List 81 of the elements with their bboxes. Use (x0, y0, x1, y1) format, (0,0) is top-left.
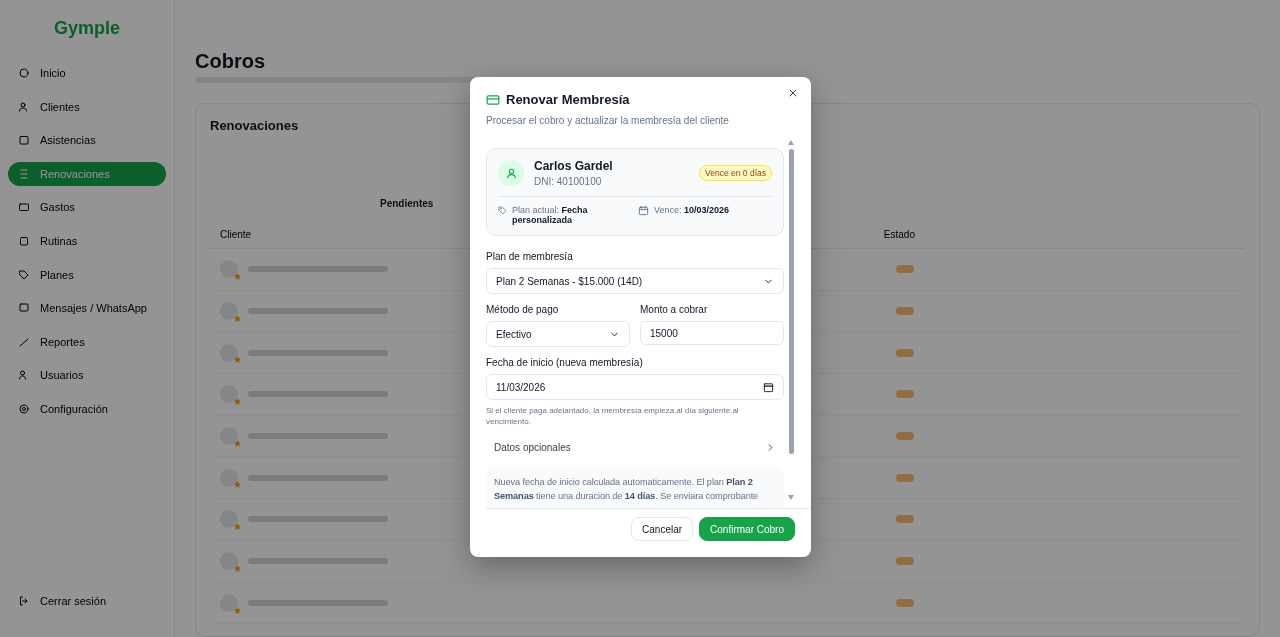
tag-icon (498, 205, 508, 216)
current-plan: Plan actual: Fecha personalizada (512, 205, 589, 225)
star-icon (234, 273, 241, 280)
expiry-badge: Vence en 0 días (699, 165, 772, 181)
nav-icon (18, 402, 30, 415)
field-label: Monto a cobrar (640, 304, 709, 315)
sidebar-item[interactable]: Asistencias (8, 128, 166, 153)
avatar-icon (220, 385, 238, 404)
sidebar-item[interactable]: Configuración (8, 396, 166, 421)
close-icon (787, 87, 799, 99)
column-header: Estado (883, 229, 915, 240)
star-icon (234, 439, 241, 447)
nav-icon (18, 234, 30, 247)
nav-icon (18, 100, 30, 113)
avatar-icon (220, 468, 238, 487)
page-title: Cobros (195, 50, 266, 73)
section-title: Renovaciones (210, 118, 299, 133)
optional-data-toggle[interactable]: Datos opcionales (486, 437, 784, 458)
field-hint: Si el cliente paga adelantado, la membresía empieza al día siguiente al vencimiento. (486, 406, 740, 428)
star-icon (234, 314, 241, 322)
avatar-icon (220, 260, 238, 279)
status-badge (896, 307, 914, 316)
date-input[interactable]: 11/03/2026 (486, 374, 784, 400)
avatar-icon (220, 510, 238, 529)
sidebar-item[interactable]: Usuarios (8, 363, 166, 388)
status-badge (896, 515, 914, 524)
scrollbar[interactable] (787, 140, 795, 500)
field-label: Plan de membresía (486, 251, 574, 262)
payment-select[interactable]: Efectivo (486, 321, 630, 347)
info-note: Nueva fecha de inicio calculada automaticamente. El plan Plan 2 Semanas tiene una duracion de 14 días. Se enviara comprobante (486, 466, 784, 508)
plan-select[interactable]: Plan 2 Semanas - $15.000 (14D) (486, 268, 784, 294)
avatar-icon (220, 302, 238, 321)
nav-icon (18, 67, 30, 79)
avatar-icon (220, 593, 238, 612)
nav-icon (18, 268, 30, 281)
field-label: Método de pago (486, 304, 560, 315)
due-date: Vence: 10/03/2026 (654, 205, 730, 215)
column-header: Cliente (220, 229, 252, 240)
nav-icon (18, 167, 30, 180)
calendar-icon (638, 205, 649, 216)
field-label: Fecha de inicio (nueva membresía) (486, 357, 644, 368)
sidebar-item[interactable]: Mensajes / WhatsApp (8, 296, 166, 321)
star-icon (234, 481, 241, 489)
dialog-title: Renovar Membresía (506, 92, 630, 107)
star-icon (234, 398, 241, 406)
cancel-button[interactable]: Cancelar (631, 517, 694, 541)
star-icon (234, 564, 241, 572)
dialog-subtitle: Procesar el cobro y actualizar la membresía del cliente (486, 115, 730, 126)
user-icon (504, 166, 518, 180)
sidebar-item[interactable]: Clientes (8, 94, 166, 119)
nav-icon (18, 201, 30, 214)
filter-dropdown[interactable]: Pendientes (380, 198, 434, 209)
close-button[interactable] (787, 87, 799, 99)
client-name: Carlos Gardel (534, 159, 613, 173)
avatar-icon (220, 427, 238, 446)
amount-input[interactable]: 15000 (640, 321, 784, 345)
star-icon (234, 606, 241, 614)
status-badge (896, 557, 914, 566)
nav-icon (18, 134, 30, 147)
status-badge (896, 265, 914, 274)
nav-icon (18, 302, 30, 315)
sidebar-item[interactable]: Reportes (8, 329, 166, 354)
status-badge (896, 390, 914, 399)
sidebar-item[interactable]: Planes (8, 262, 166, 287)
status-badge (896, 348, 914, 357)
status-badge (896, 432, 914, 441)
star-icon (234, 523, 241, 531)
status-badge (896, 598, 914, 607)
client-dni: DNI: 40100100 (534, 176, 603, 187)
sidebar-item[interactable]: Rutinas (8, 228, 166, 253)
logout-icon (18, 595, 30, 608)
app-logo: Gymple (53, 18, 121, 39)
avatar-icon (220, 552, 238, 571)
credit-card-icon (486, 92, 500, 107)
star-icon (234, 356, 241, 364)
logout-button[interactable]: Cerrar sesión (8, 589, 166, 614)
avatar-icon (220, 343, 238, 362)
sidebar-item[interactable]: Inicio (8, 61, 166, 85)
calendar-icon (763, 381, 774, 393)
status-badge (896, 473, 914, 482)
sidebar-item[interactable]: Gastos (8, 195, 166, 220)
